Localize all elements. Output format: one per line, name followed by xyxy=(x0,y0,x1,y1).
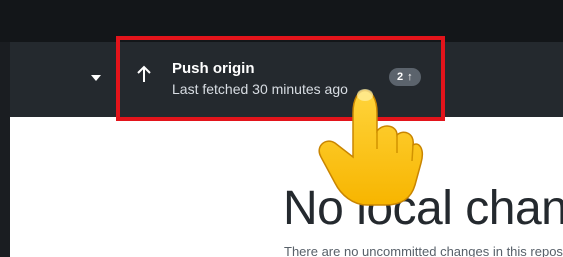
badge-arrow-icon: ↑ xyxy=(407,71,413,83)
push-origin-title: Push origin xyxy=(172,60,255,77)
no-changes-heading: No local changes xyxy=(283,182,563,235)
left-edge xyxy=(0,42,10,257)
badge-count: 2 xyxy=(397,71,404,83)
app-window: Push origin Last fetched 30 minutes ago … xyxy=(0,0,563,257)
push-origin-button[interactable]: Push origin Last fetched 30 minutes ago … xyxy=(120,46,450,116)
arrow-up-icon xyxy=(137,65,151,82)
caret-down-icon xyxy=(91,75,101,81)
branch-dropdown-toggle[interactable] xyxy=(86,68,106,88)
title-bar xyxy=(0,0,563,42)
last-fetched-text: Last fetched 30 minutes ago xyxy=(172,81,348,97)
no-changes-subtext: There are no uncommitted changes in this… xyxy=(284,244,563,257)
commits-ahead-badge: 2 ↑ xyxy=(389,68,421,86)
